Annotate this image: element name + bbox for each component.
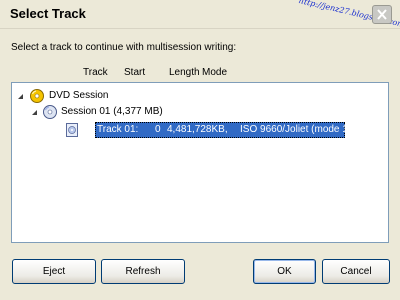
tree-item-label: DVD Session <box>49 90 109 101</box>
title-bar[interactable]: Select Track http://jenz27.blogspot.com <box>0 0 400 29</box>
eject-button[interactable]: Eject <box>12 259 96 284</box>
column-header-length: Length <box>169 67 200 78</box>
instruction-text: Select a track to continue with multises… <box>11 42 237 53</box>
track-mode: ISO 9660/Joliet (mode 1) <box>240 124 352 135</box>
track-tree[interactable]: DVD Session Session 01 (4,377 MB) Track … <box>11 82 389 243</box>
close-button[interactable] <box>372 5 392 24</box>
column-header-track: Track <box>83 67 108 78</box>
track-start: 0 <box>155 124 161 135</box>
dvd-icon <box>29 88 45 104</box>
disc-session-icon <box>42 104 58 120</box>
column-header-mode: Mode <box>202 67 228 78</box>
dialog-title: Select Track <box>10 6 86 21</box>
column-header-start: Start <box>124 67 146 78</box>
track-document-icon <box>64 122 80 138</box>
close-icon <box>377 9 387 20</box>
tree-item-session[interactable]: Session 01 (4,377 MB) <box>31 104 231 120</box>
expand-toggle-icon[interactable] <box>31 104 39 120</box>
cancel-button[interactable]: Cancel <box>322 259 390 284</box>
tree-item-track-selected[interactable]: Track 01: 0 4,481,728KB, ISO 9660/Joliet… <box>95 122 351 138</box>
ok-button[interactable]: OK <box>253 259 316 284</box>
expand-toggle-icon[interactable] <box>17 88 25 104</box>
track-icon-container <box>64 122 82 138</box>
tree-item-label: Session 01 (4,377 MB) <box>61 106 163 117</box>
track-name: Track 01: <box>97 124 139 135</box>
refresh-button[interactable]: Refresh <box>101 259 185 284</box>
tree-item-dvd-session[interactable]: DVD Session <box>16 88 216 104</box>
track-length: 4,481,728KB, <box>167 124 228 135</box>
